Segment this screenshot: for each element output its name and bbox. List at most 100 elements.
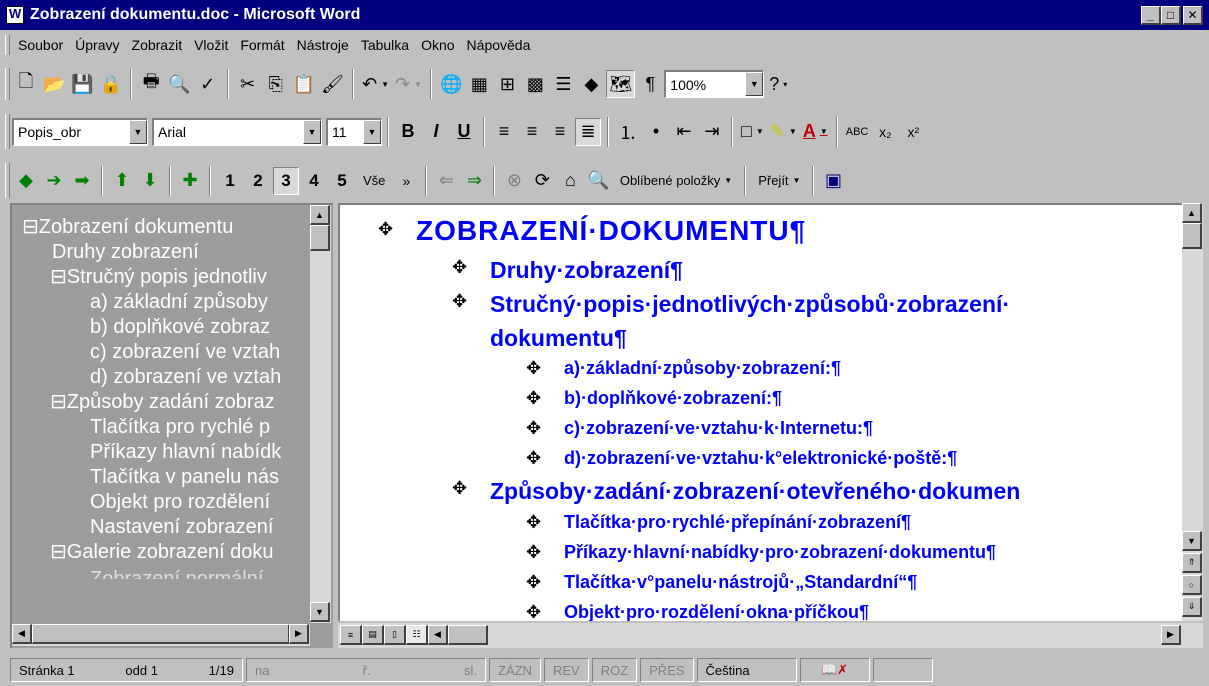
next-page-icon[interactable]: ⇓ [1182,597,1202,617]
document-area[interactable]: ✥ ZOBRAZENÍ·DOKUMENTU¶ ✥ Druhy·zobrazení¶ ✥ S… [338,203,1182,621]
outline-heading[interactable]: ✥ Tlačítka·pro·rychlé·přepínání·zobrazení… [526,512,911,533]
level-3-button[interactable]: 3 [273,166,299,195]
status-ovr[interactable]: PŘES [640,658,694,682]
columns-icon[interactable]: ☰ [550,70,576,98]
paste-icon[interactable]: 📋 [291,70,317,98]
forward-icon[interactable]: ⇒ [461,167,487,195]
menu-vlozit[interactable]: Vložit [188,37,234,53]
menu-upravy[interactable]: Úpravy [69,37,125,53]
nav-item[interactable]: Objekt pro rozdělení [12,490,310,515]
previous-page-icon[interactable]: ⇑ [1182,553,1202,573]
scroll-down-icon[interactable]: ▼ [310,602,330,622]
print-layout-icon[interactable]: ▯ [384,625,406,645]
nav-item[interactable]: Druhy zobrazení [12,240,310,265]
outline-heading[interactable]: ✥ a)·základní·způsoby·zobrazení:¶ [526,358,841,379]
save-icon[interactable]: 💾 [69,70,95,98]
subscript-icon[interactable]: x₂ [872,118,898,146]
numbering-icon[interactable]: ⒈ [615,118,641,146]
justify-icon[interactable]: ≣ [575,117,601,146]
tables-borders-icon[interactable]: ▦ [466,70,492,98]
open-folder-icon[interactable]: 📂 [41,70,67,98]
outline-heading[interactable]: ✥ Způsoby·zadání·zobrazení·otevřeného·dok… [452,478,1020,505]
expand-icon[interactable]: ✚ [177,167,203,195]
nav-item[interactable]: Tlačítka pro rychlé p [12,415,310,440]
chevron-down-icon[interactable]: ▼ [363,119,381,144]
close-button[interactable]: ✕ [1183,5,1203,25]
doc-vertical-scrollbar[interactable]: ▲ ▼ ⇑ ○ ⇓ [1182,203,1203,621]
status-rec[interactable]: ZÁZN [489,658,541,682]
align-right-icon[interactable]: ≡ [547,118,573,146]
web-layout-icon[interactable]: ▤ [362,625,384,645]
outline-heading[interactable]: ✥ Druhy·zobrazení¶ [452,257,683,284]
outline-heading[interactable]: dokumentu¶ [490,325,627,352]
outline-expand-icon[interactable]: ✥ [526,388,541,409]
demote-icon[interactable]: ➔ [41,167,67,195]
outline-heading[interactable]: ✥ Příkazy·hlavní·nabídky·pro·zobrazení·do… [526,542,996,563]
outline-expand-icon[interactable]: ✥ [378,219,394,240]
show-all-button[interactable]: Vše [357,167,391,195]
scroll-thumb[interactable] [1182,223,1202,249]
level-1-button[interactable]: 1 [217,167,243,195]
outline-expand-icon[interactable]: ✥ [526,542,541,563]
level-5-button[interactable]: 5 [329,167,355,195]
outline-expand-icon[interactable]: ✥ [526,602,541,621]
status-language[interactable]: Čeština [696,658,797,682]
help-icon[interactable]: ? ▾ [765,70,791,98]
outline-expand-icon[interactable]: ✥ [526,448,541,469]
cut-icon[interactable]: ✂ [235,70,261,98]
scroll-left-icon[interactable]: ◀ [428,625,448,645]
menu-zobrazit[interactable]: Zobrazit [126,37,189,53]
stop-icon[interactable]: ⊗ [501,167,527,195]
scroll-right-icon[interactable]: ▶ [289,624,309,644]
print-preview-icon[interactable]: 🔍 [166,70,192,98]
undo-icon[interactable]: ↶ ▼ [360,70,391,98]
scroll-up-icon[interactable]: ▲ [310,205,330,225]
minimize-button[interactable]: _ [1141,5,1161,25]
nav-item[interactable]: c) zobrazení ve vztah [12,340,310,365]
nav-item[interactable]: ⊟Stručný popis jednotliv [12,265,310,290]
nav-horizontal-scrollbar[interactable]: ◀ ▶ [12,624,310,646]
outline-heading[interactable]: ✥ ZOBRAZENÍ·DOKUMENTU¶ [378,215,806,247]
format-painter-icon[interactable]: 🖌 [319,70,346,98]
outline-heading[interactable]: ✥ c)·zobrazení·ve·vztahu·k·Internetu:¶ [526,418,873,439]
outline-expand-icon[interactable]: ✥ [452,291,467,312]
nav-item[interactable]: a) základní způsoby [12,290,310,315]
outline-heading[interactable]: ✥ b)·doplňkové·zobrazení:¶ [526,388,782,409]
back-icon[interactable]: ⇐ [433,167,459,195]
status-rev[interactable]: REV [543,658,589,682]
status-ext[interactable]: ROZ [591,658,638,682]
menu-nastroje[interactable]: Nástroje [291,37,355,53]
menu-tabulka[interactable]: Tabulka [355,37,415,53]
nav-item[interactable]: Tlačítka v panelu nás [12,465,310,490]
move-down-icon[interactable]: ⬇ [137,167,163,195]
select-browse-object-icon[interactable]: ○ [1182,575,1202,595]
nav-item[interactable]: Zobrazení normální [12,565,310,579]
nav-item[interactable]: ⊟Způsoby zadání zobraz [12,390,310,415]
favorites-button[interactable]: Oblíbené položky ▼ [614,167,738,195]
outline-expand-icon[interactable]: ✥ [452,257,467,278]
bold-button[interactable]: B [395,118,421,146]
search-web-icon[interactable]: 🔍 [585,167,611,195]
increase-indent-icon[interactable]: ⇥ [699,118,725,146]
hyperlink-icon[interactable]: 🌐 [438,70,464,98]
menu-okno[interactable]: Okno [415,37,460,53]
chevron-down-icon[interactable]: ▼ [129,119,147,144]
insert-excel-icon[interactable]: ▩ [522,70,548,98]
outline-expand-icon[interactable]: ✥ [526,572,541,593]
nav-item[interactable]: Příkazy hlavní nabídk [12,440,310,465]
insert-table-icon[interactable]: ⊞ [494,70,520,98]
outline-view-icon[interactable]: ☷ [406,625,428,645]
print-icon[interactable]: 🖶 [138,70,164,98]
permission-icon[interactable]: 🔒 [98,70,124,98]
outline-expand-icon[interactable]: ✥ [526,358,541,379]
font-combo[interactable]: Arial ▼ [152,117,322,146]
spelling-icon[interactable]: ✓ [195,70,221,98]
menu-format[interactable]: Formát [234,37,290,53]
outline-heading[interactable]: ✥ Objekt·pro·rozdělení·okna·příčkou¶ [526,602,869,621]
show-hide-icon[interactable]: ¶ [637,70,663,98]
copy-icon[interactable]: ⎘ [263,70,289,98]
demote-body-icon[interactable]: ➡ [69,167,95,195]
style-combo[interactable]: Popis_obr ▼ [12,117,148,146]
superscript-icon[interactable]: x² [900,118,926,146]
decrease-indent-icon[interactable]: ⇤ [671,118,697,146]
